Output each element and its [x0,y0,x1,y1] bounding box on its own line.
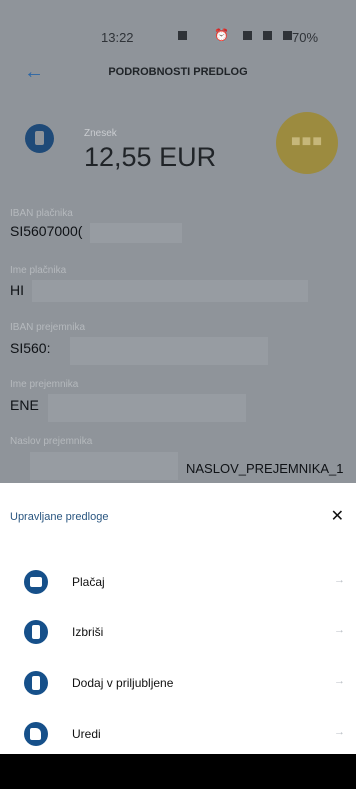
vibrate-icon [262,31,272,41]
arrow-right-icon: → [334,574,345,586]
payer-name-label: Ime plačnika [10,265,67,276]
menu-item-edit[interactable]: Uredi → [0,710,356,758]
recipient-name-value: ENE [10,397,39,413]
signal-icon [283,31,293,41]
alarm-icon: ⏰ [214,28,232,42]
more-actions-button[interactable]: ■■■ [276,112,338,174]
redacted-area [32,280,308,302]
redacted-area [70,337,268,365]
page-title: PODROBNOSTI PREDLOG [108,66,248,78]
arrow-right-icon: → [334,675,345,687]
recipient-name-label: Ime prejemnika [10,379,79,390]
document-icon [24,620,48,644]
document-icon [24,671,48,695]
gallery-icon [178,31,187,41]
edit-icon [24,722,48,746]
manage-template-sheet: Upravljane predloge ✕ Plačaj → Izbriši →… [0,483,356,754]
recipient-address-value: NASLOV_PREJEMNIKA_1 [186,461,344,476]
menu-item-label: Izbriši [72,625,104,639]
redacted-area [90,223,182,243]
menu-item-add-favorite[interactable]: Dodaj v priljubljene → [0,659,356,707]
amount-label: Znesek [84,128,117,139]
menu-item-delete[interactable]: Izbriši → [0,608,356,656]
document-icon [25,124,54,153]
payer-name-value: HI [10,282,24,298]
payer-iban-label: IBAN plačnika [10,208,73,219]
redacted-area [30,452,178,480]
template-details-page: 13:22 ⏰ 70% ← PODROBNOSTI PREDLOG Znesek… [0,0,356,483]
system-nav-bar [0,754,356,789]
screen: 13:22 ⏰ 70% ← PODROBNOSTI PREDLOG Znesek… [0,0,356,789]
menu-item-label: Dodaj v priljubljene [72,676,174,690]
menu-item-label: Uredi [72,727,101,741]
arrow-right-icon: → [334,624,345,636]
recipient-iban-value: SI560: [10,340,51,356]
arrow-right-icon: → [334,726,345,738]
close-icon[interactable]: ✕ [331,506,344,526]
menu-item-pay[interactable]: Plačaj → [0,558,356,606]
status-bar: 13:22 ⏰ 70% [0,0,356,45]
sheet-title: Upravljane predloge [10,511,109,523]
recipient-iban-label: IBAN prejemnika [10,322,86,333]
amount-value: 12,55 EUR [84,142,217,172]
menu-item-label: Plačaj [72,575,105,589]
wallet-icon [24,570,48,594]
status-time: 13:22 [101,30,134,45]
battery-level: 70% [292,30,319,45]
recipient-address-label: Naslov prejemnika [10,436,93,447]
payer-iban-value: SI5607000( [10,223,83,239]
redacted-area [48,394,246,422]
status-icons: ⏰ [172,28,293,42]
phone-icon [242,31,252,41]
more-dots-icon: ■■■ [291,133,323,150]
